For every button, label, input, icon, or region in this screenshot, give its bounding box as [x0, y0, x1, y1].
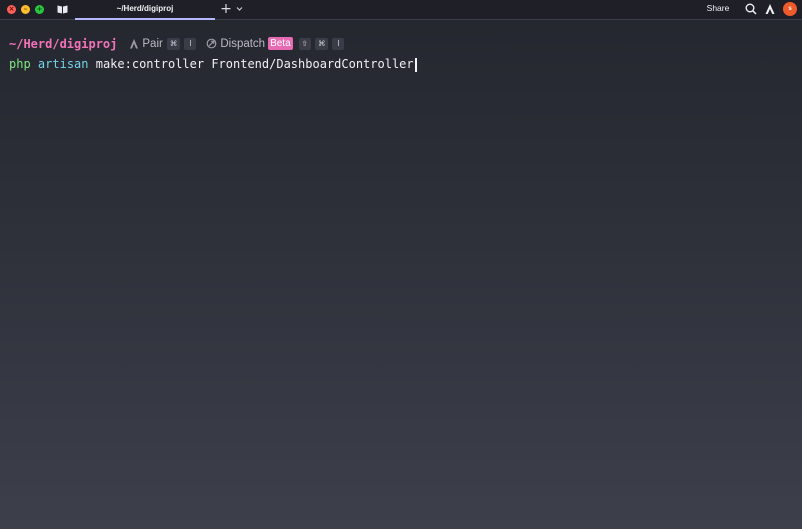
text-cursor: [414, 57, 417, 72]
tab-title: ~/Herd/digiproj: [116, 4, 174, 13]
new-tab-button[interactable]: +: [220, 1, 232, 17]
dispatch-shortcut-key: ⇧: [298, 37, 311, 50]
pair-shortcut-key: I: [184, 37, 197, 50]
dispatch-shortcut-key: ⌘: [314, 37, 329, 50]
tab-active-terminal[interactable]: ~/Herd/digiproj: [75, 0, 215, 20]
pair-button[interactable]: Pair: [142, 38, 162, 50]
current-directory: ~/Herd/digiproj: [9, 36, 118, 51]
command-input[interactable]: php artisan make:controller Frontend/Das…: [9, 57, 417, 72]
command-arguments: make:controller Frontend/DashboardContro…: [95, 57, 414, 71]
search-icon[interactable]: [745, 3, 757, 15]
agent-icon[interactable]: [764, 3, 776, 15]
dispatch-button[interactable]: Dispatch: [220, 38, 265, 50]
dispatch-shortcut-key: I: [332, 37, 345, 50]
chevron-down-icon[interactable]: [235, 4, 244, 13]
command-subcommand: artisan: [37, 57, 89, 71]
minimize-window-icon[interactable]: –: [21, 5, 30, 14]
title-bar: × – + ~/Herd/digiproj + Share s: [0, 0, 802, 20]
book-icon[interactable]: [57, 4, 68, 14]
close-window-icon[interactable]: ×: [7, 5, 16, 14]
pair-shortcut-key: ⌘: [166, 37, 181, 50]
dispatch-icon: [206, 38, 217, 49]
agent-icon: [130, 39, 139, 49]
prompt-context-row: ~/Herd/digiproj Pair ⌘ I Dispatch Beta ⇧…: [9, 36, 345, 51]
share-button[interactable]: Share: [698, 0, 738, 18]
command-program: php: [9, 57, 31, 71]
avatar[interactable]: s: [783, 2, 797, 16]
beta-badge: Beta: [268, 37, 293, 50]
maximize-window-icon[interactable]: +: [35, 5, 44, 14]
